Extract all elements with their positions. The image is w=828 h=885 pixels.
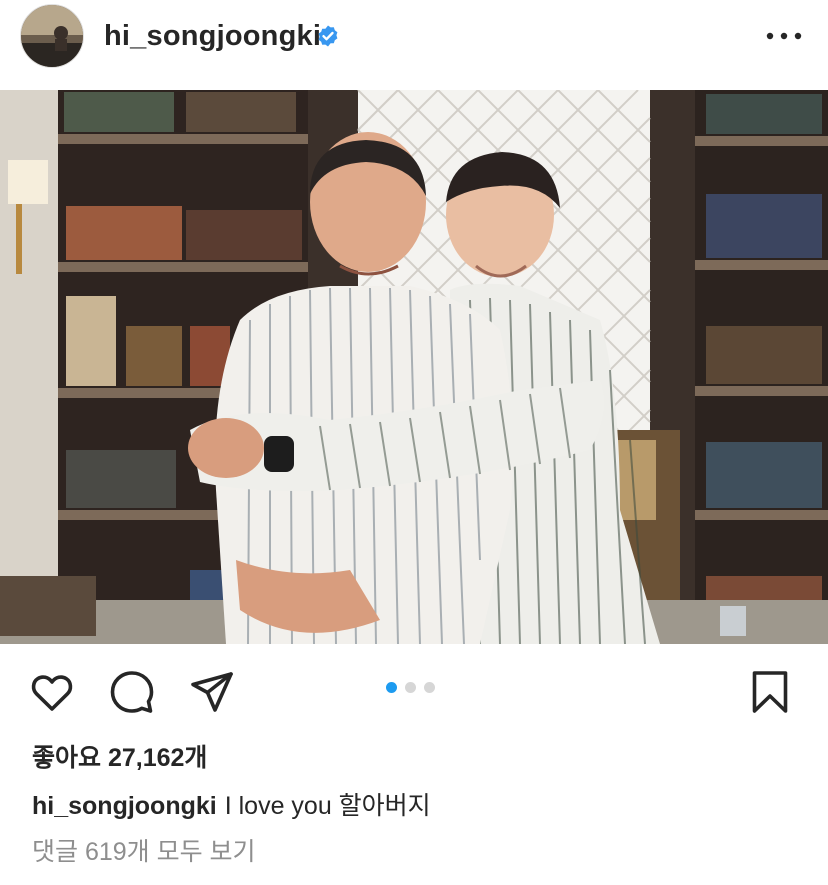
bookmark-icon[interactable] bbox=[746, 668, 794, 716]
caption-text: I love you 할아버지 bbox=[224, 792, 431, 820]
heart-icon[interactable] bbox=[28, 668, 76, 716]
comment-icon[interactable] bbox=[108, 668, 156, 716]
share-icon[interactable] bbox=[188, 668, 236, 716]
post-header: hi_songjoongki bbox=[0, 0, 828, 90]
view-all-comments-link[interactable]: 댓글 619개 모두 보기 bbox=[32, 832, 256, 868]
post-photo[interactable] bbox=[0, 90, 828, 644]
carousel-dot bbox=[405, 682, 416, 693]
carousel-indicator bbox=[386, 682, 435, 694]
avatar-image bbox=[21, 5, 83, 67]
carousel-dot bbox=[424, 682, 435, 693]
caption: hi_songjoongki I love you 할아버지 bbox=[32, 786, 431, 822]
action-bar bbox=[0, 644, 828, 734]
avatar[interactable] bbox=[20, 4, 84, 68]
username[interactable]: hi_songjoongki bbox=[104, 20, 321, 53]
caption-username[interactable]: hi_songjoongki bbox=[32, 792, 217, 820]
more-horizontal-icon[interactable] bbox=[764, 22, 804, 50]
likes-count[interactable]: 좋아요 27,162개 bbox=[32, 738, 207, 774]
verified-badge-icon bbox=[316, 24, 340, 48]
carousel-dot-active bbox=[386, 682, 397, 693]
